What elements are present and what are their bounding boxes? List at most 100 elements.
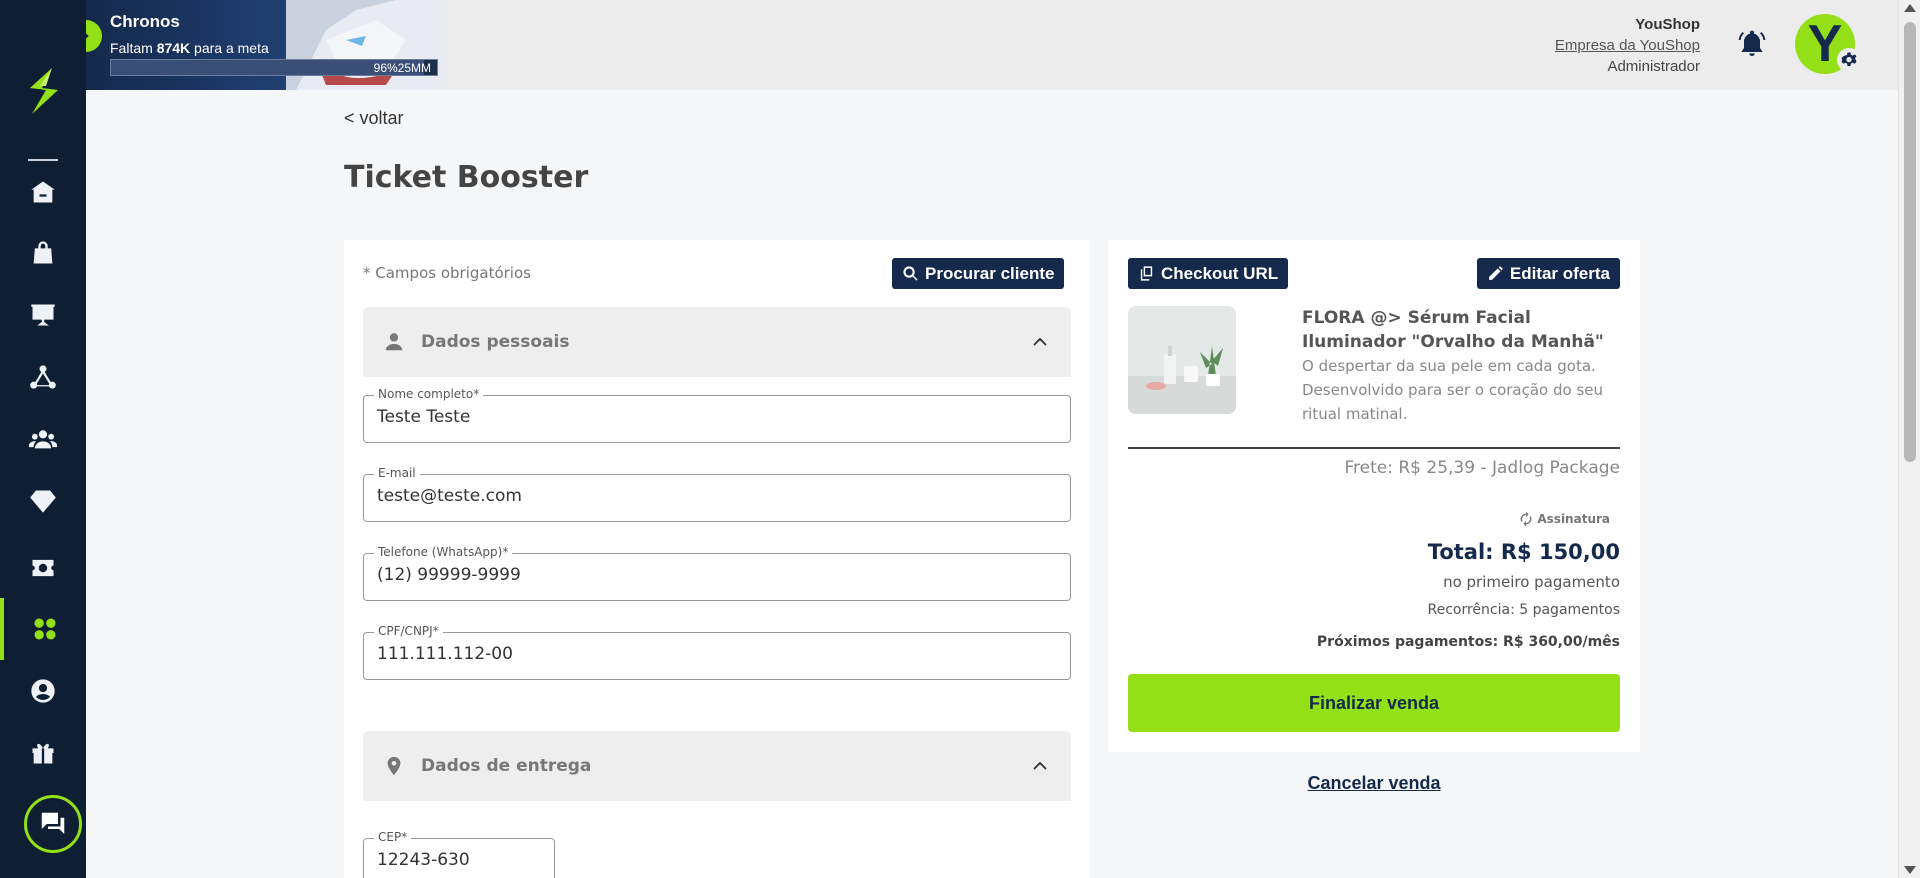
subscription-label: Assinatura bbox=[1537, 512, 1610, 526]
phone-input[interactable] bbox=[377, 565, 1057, 585]
settings-button[interactable] bbox=[1837, 48, 1861, 72]
sidebar-item-affiliates[interactable] bbox=[0, 346, 86, 408]
scroll-up-arrow[interactable] bbox=[1904, 4, 1916, 12]
banner-subtitle-suffix: para a meta bbox=[190, 40, 269, 56]
avatar[interactable]: Y bbox=[1795, 14, 1861, 74]
refresh-icon bbox=[1520, 511, 1532, 527]
account-circle-icon bbox=[31, 679, 55, 703]
document-input[interactable] bbox=[377, 644, 1057, 664]
user-info: YouShop Empresa da YouShop Administrador bbox=[1555, 14, 1700, 77]
checkout-url-button[interactable]: Checkout URL bbox=[1128, 258, 1289, 289]
person-icon bbox=[385, 333, 403, 351]
search-customer-button[interactable]: Procurar cliente bbox=[892, 258, 1065, 289]
cancel-sale-link[interactable]: Cancelar venda bbox=[1108, 773, 1640, 794]
delivery-data-section-header[interactable]: Dados de entrega bbox=[363, 731, 1071, 801]
document-field[interactable]: CPF/CNPJ* bbox=[363, 624, 1071, 680]
home-icon bbox=[31, 181, 55, 203]
user-role: Administrador bbox=[1607, 58, 1700, 75]
customer-form-card: * Campos obrigatórios Procurar cliente D… bbox=[344, 240, 1090, 878]
order-total: Total: R$ 150,00 bbox=[1427, 540, 1620, 564]
product-image bbox=[1128, 306, 1236, 414]
next-payments-info: Próximos pagamentos: R$ 360,00/mês bbox=[1316, 634, 1620, 650]
sidebar-item-premium[interactable] bbox=[0, 470, 86, 532]
sidebar-item-products[interactable] bbox=[0, 222, 86, 284]
banner-subtitle-amount: 874K bbox=[156, 40, 191, 56]
diamond-icon bbox=[30, 490, 56, 513]
delivery-data-title: Dados de entrega bbox=[421, 756, 592, 776]
cep-label: CEP* bbox=[374, 830, 412, 844]
chevron-up-icon[interactable] bbox=[1031, 333, 1049, 351]
sidebar bbox=[0, 0, 86, 878]
banner-title: Chronos bbox=[110, 12, 180, 31]
order-summary-card: Checkout URL Editar oferta FLORA @> Séru… bbox=[1108, 240, 1640, 752]
chat-button[interactable] bbox=[24, 795, 82, 853]
shipping-info: Frete: R$ 25,39 - Jadlog Package bbox=[1344, 458, 1620, 478]
personal-data-title: Dados pessoais bbox=[421, 332, 570, 352]
required-fields-note: * Campos obrigatórios bbox=[363, 264, 531, 282]
phone-label: Telefone (WhatsApp)* bbox=[374, 545, 513, 559]
location-pin-icon bbox=[387, 756, 401, 776]
goal-progress-text: 96%25MM bbox=[373, 61, 431, 75]
scroll-down-arrow[interactable] bbox=[1904, 866, 1916, 874]
expand-sidebar-button[interactable] bbox=[86, 20, 102, 52]
bag-icon bbox=[33, 241, 53, 264]
shop-name: YouShop bbox=[1635, 16, 1700, 33]
search-icon bbox=[903, 266, 918, 281]
recurrence-info: Recorrência: 5 pagamentos bbox=[1427, 602, 1620, 618]
personal-data-section-header[interactable]: Dados pessoais bbox=[363, 307, 1071, 377]
product-title: FLORA @> Sérum Facial Iluminador "Orvalh… bbox=[1302, 308, 1604, 352]
page-scrollbar[interactable] bbox=[1898, 0, 1920, 878]
email-input[interactable] bbox=[377, 486, 1057, 506]
goal-progress-bar: 96%25MM bbox=[110, 59, 438, 76]
top-bar: Chronos Faltam 874K para a meta 96%25MM … bbox=[86, 0, 1898, 90]
bell-icon bbox=[1738, 30, 1766, 56]
back-link[interactable]: < voltar bbox=[344, 108, 404, 129]
gift-icon bbox=[32, 743, 54, 764]
gear-icon bbox=[1841, 52, 1857, 66]
ticket-icon bbox=[32, 559, 54, 577]
document-label: CPF/CNPJ* bbox=[374, 624, 443, 638]
banner-artwork bbox=[286, 0, 446, 90]
logo-icon[interactable] bbox=[22, 66, 64, 116]
banner-subtitle-prefix: Faltam bbox=[110, 40, 157, 56]
page-title: Ticket Booster bbox=[344, 160, 589, 195]
sidebar-item-account[interactable] bbox=[0, 660, 86, 722]
chat-icon bbox=[41, 812, 65, 834]
first-payment-note: no primeiro pagamento bbox=[1443, 573, 1620, 591]
copy-icon bbox=[1140, 266, 1153, 281]
subscription-badge: Assinatura bbox=[1518, 511, 1610, 527]
phone-field[interactable]: Telefone (WhatsApp)* bbox=[363, 545, 1071, 601]
presentation-chart-icon bbox=[31, 304, 55, 326]
sidebar-item-apps[interactable] bbox=[0, 598, 86, 660]
email-label: E-mail bbox=[374, 466, 420, 480]
sidebar-item-rewards[interactable] bbox=[0, 722, 86, 784]
apps-grid-icon bbox=[34, 618, 56, 640]
sidebar-item-finance[interactable] bbox=[0, 537, 86, 599]
search-customer-label: Procurar cliente bbox=[925, 263, 1055, 283]
full-name-input[interactable] bbox=[377, 407, 1057, 427]
sidebar-item-customers[interactable] bbox=[0, 408, 86, 470]
finalize-sale-button[interactable]: Finalizar venda bbox=[1128, 674, 1620, 732]
network-icon bbox=[30, 365, 56, 389]
cep-field[interactable]: CEP* bbox=[363, 830, 555, 878]
product-description: O despertar da sua pele em cada gota. De… bbox=[1302, 357, 1604, 423]
product-photo bbox=[1128, 306, 1236, 414]
scrollbar-thumb[interactable] bbox=[1904, 22, 1916, 462]
company-link[interactable]: Empresa da YouShop bbox=[1555, 35, 1700, 56]
full-name-label: Nome completo* bbox=[374, 387, 484, 401]
chevron-up-icon[interactable] bbox=[1031, 757, 1049, 775]
banner-subtitle: Faltam 874K para a meta bbox=[110, 40, 269, 56]
sidebar-item-home[interactable] bbox=[0, 161, 86, 223]
edit-offer-button[interactable]: Editar oferta bbox=[1476, 258, 1620, 289]
pencil-icon bbox=[1488, 266, 1503, 280]
summary-divider bbox=[1128, 447, 1620, 449]
full-name-field[interactable]: Nome completo* bbox=[363, 387, 1071, 443]
chevron-right-icon bbox=[86, 33, 89, 39]
cep-input[interactable] bbox=[377, 850, 547, 870]
goal-banner[interactable]: Chronos Faltam 874K para a meta 96%25MM bbox=[86, 0, 446, 90]
notifications-button[interactable] bbox=[1736, 28, 1768, 60]
checkout-url-label: Checkout URL bbox=[1161, 263, 1279, 283]
email-field[interactable]: E-mail bbox=[363, 466, 1071, 522]
sidebar-item-reports[interactable] bbox=[0, 284, 86, 346]
edit-offer-label: Editar oferta bbox=[1509, 263, 1610, 283]
